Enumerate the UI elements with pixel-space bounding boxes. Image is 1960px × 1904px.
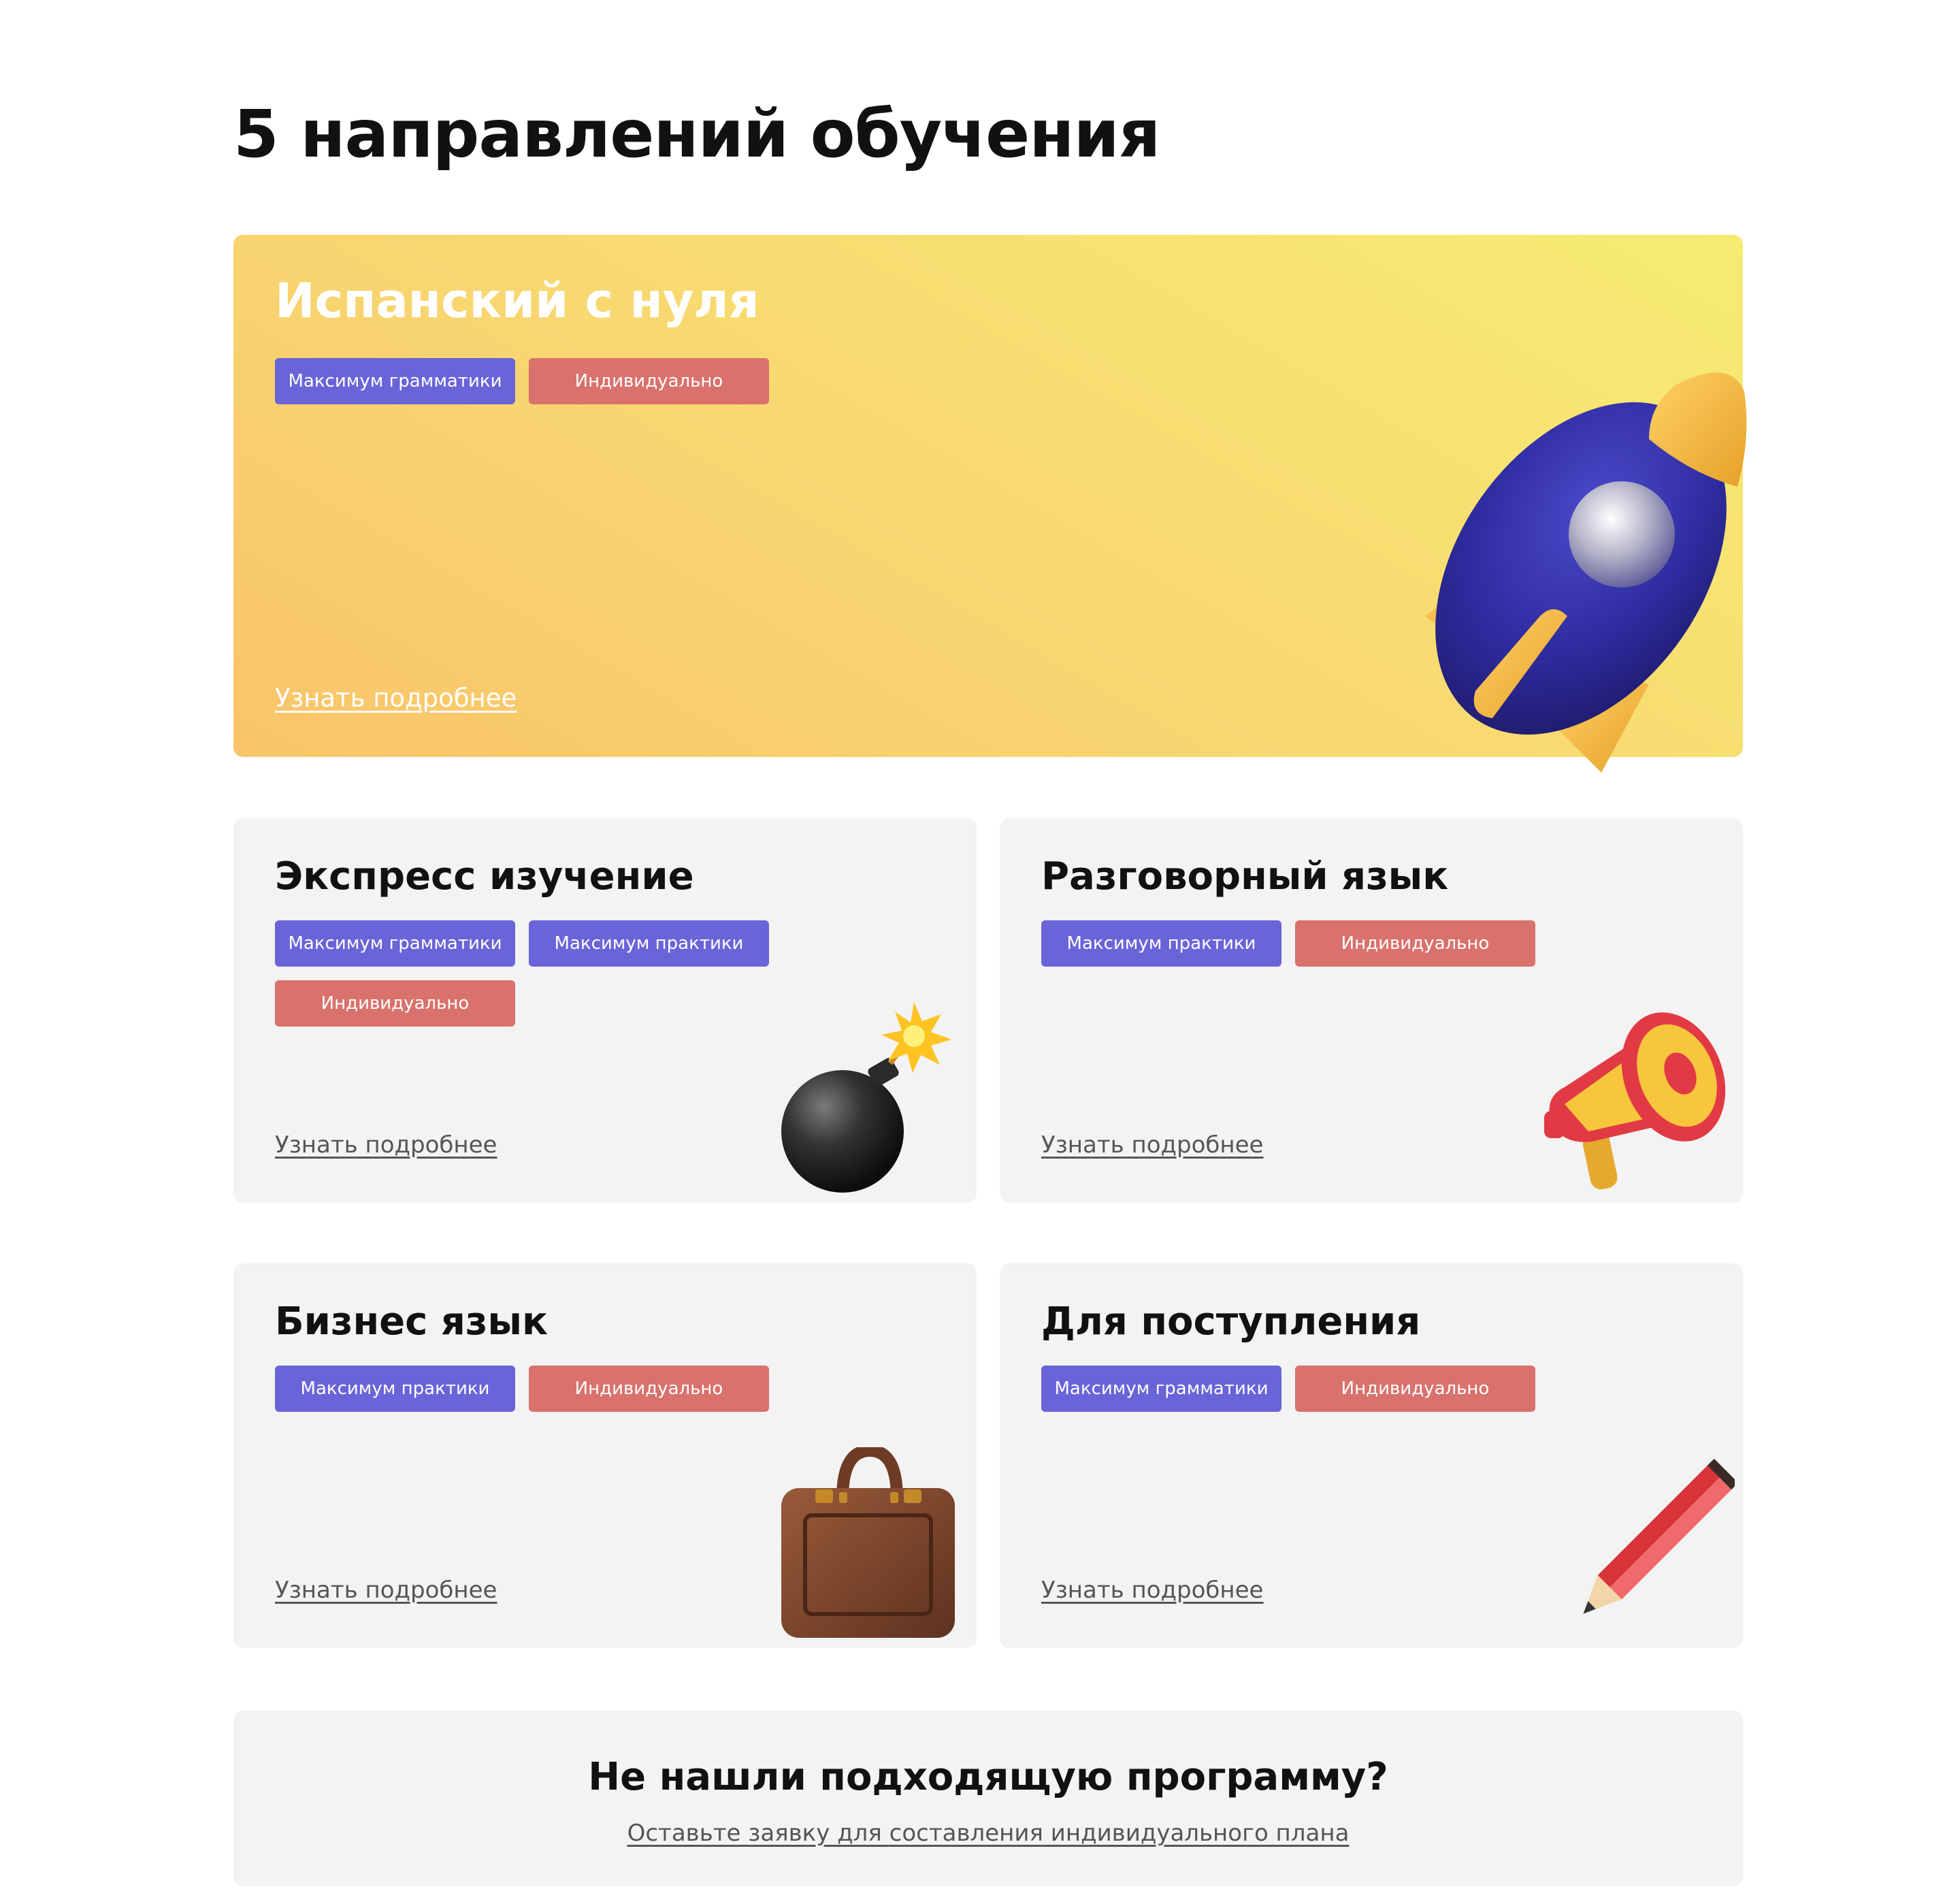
card-title: Экспресс изучение — [275, 854, 694, 899]
tag-max-practice: Максимум практики — [1041, 920, 1281, 967]
rocket-icon — [1295, 364, 1894, 779]
course-card-admission[interactable]: Для поступления Максимум грамматики Инди… — [1000, 1263, 1743, 1648]
tag-list: Максимум грамматики Индивидуально — [1041, 1366, 1558, 1412]
course-card-express[interactable]: Экспресс изучение Максимум грамматики Ма… — [233, 818, 977, 1203]
tag-max-practice: Максимум практики — [275, 1366, 515, 1412]
tag-individual: Индивидуально — [529, 358, 769, 404]
page-title: 5 направлений обучения — [233, 96, 1160, 172]
tag-list: Максимум грамматики Индивидуально — [275, 358, 792, 404]
tag-individual: Индивидуально — [529, 1366, 769, 1412]
bomb-icon — [778, 1002, 955, 1193]
tag-max-practice: Максимум практики — [529, 920, 769, 967]
briefcase-icon — [778, 1444, 958, 1641]
card-title: Испанский с нуля — [275, 273, 760, 329]
card-title: Разговорный язык — [1041, 854, 1449, 899]
tag-individual: Индивидуально — [275, 980, 515, 1027]
learn-more-link[interactable]: Узнать подробнее — [1041, 1577, 1263, 1604]
tag-max-grammar: Максимум грамматики — [275, 920, 515, 967]
tag-max-grammar: Максимум грамматики — [275, 358, 515, 404]
request-individual-plan-link[interactable]: Оставьте заявку для составления индивиду… — [233, 1820, 1743, 1847]
pencil-icon — [1565, 1454, 1739, 1641]
learn-more-link[interactable]: Узнать подробнее — [275, 683, 517, 713]
course-card-business[interactable]: Бизнес язык Максимум практики Индивидуал… — [233, 1263, 977, 1648]
tag-individual: Индивидуально — [1295, 1366, 1535, 1412]
tag-list: Максимум грамматики Максимум практики Ин… — [275, 920, 792, 1027]
custom-program-cta: Не нашли подходящую программу? Оставьте … — [233, 1711, 1743, 1886]
learn-more-link[interactable]: Узнать подробнее — [1041, 1131, 1263, 1159]
card-title: Бизнес язык — [275, 1300, 548, 1344]
tag-list: Максимум практики Индивидуально — [1041, 920, 1558, 967]
tag-individual: Индивидуально — [1295, 920, 1535, 967]
course-card-conversational[interactable]: Разговорный язык Максимум практики Индив… — [1000, 818, 1743, 1203]
card-title: Для поступления — [1041, 1300, 1421, 1344]
learn-more-link[interactable]: Узнать подробнее — [275, 1577, 497, 1604]
cta-title: Не нашли подходящую программу? — [588, 1755, 1388, 1799]
course-card-spanish-from-zero[interactable]: Испанский с нуля Максимум грамматики Инд… — [233, 235, 1747, 773]
learn-more-link[interactable]: Узнать подробнее — [275, 1131, 497, 1159]
megaphone-icon — [1537, 1002, 1735, 1199]
tag-list: Максимум практики Индивидуально — [275, 1366, 792, 1412]
tag-max-grammar: Максимум грамматики — [1041, 1366, 1281, 1412]
